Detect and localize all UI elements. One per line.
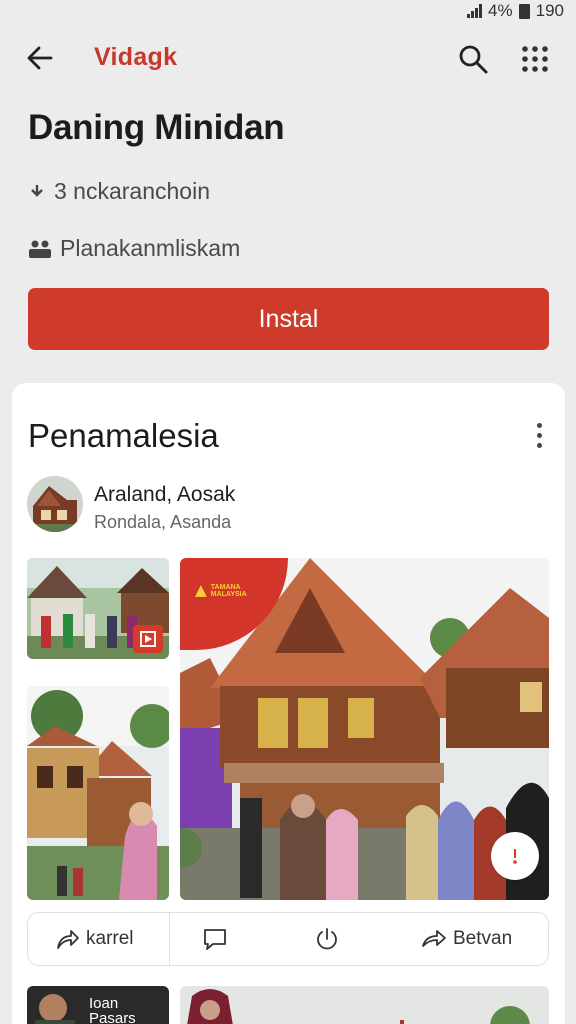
photo-thumbnail-5[interactable]: [180, 986, 549, 1024]
status-indicators: 4% 190: [467, 1, 564, 21]
more-vert-icon: [536, 422, 542, 428]
search-button[interactable]: [452, 38, 494, 80]
app-name: Vidagk: [94, 43, 178, 71]
grid-dots-icon: [522, 46, 548, 72]
clock: 190: [535, 1, 564, 20]
thumbnail-caption: Ioan Pasars: [89, 995, 136, 1024]
report-button[interactable]: [491, 832, 539, 880]
battery-percent: 4%: [488, 1, 513, 20]
photo-thumbnail-4[interactable]: Ioan Pasars: [27, 986, 169, 1024]
post-card: Penamalesia Araland, Aosak Rondala, Asan…: [12, 383, 565, 1024]
battery-icon: [518, 3, 530, 19]
comment-button[interactable]: [202, 913, 228, 965]
app-title: Daning Minidan: [28, 108, 285, 147]
author-location: Rondala, Asanda: [94, 512, 232, 532]
forward-label: Betvan: [453, 928, 513, 949]
apps-grid-button[interactable]: [514, 38, 556, 80]
forward-button[interactable]: Betvan: [421, 913, 512, 965]
house-avatar-image: [27, 476, 83, 532]
developer-text: Planakanmliskam: [60, 235, 241, 261]
search-icon: [459, 45, 488, 74]
forward-arrow-icon: [422, 930, 446, 947]
photo-thumbnail-1[interactable]: [27, 558, 169, 659]
post-action-bar: karrel Betvan: [27, 912, 549, 966]
signal-icon: [467, 4, 483, 18]
woman-photo-image: [180, 986, 549, 1024]
more-options-button[interactable]: [527, 417, 551, 453]
play-icon: [140, 631, 156, 647]
share-button[interactable]: karrel: [56, 913, 134, 965]
promo-logo-icon: [194, 585, 207, 597]
people-icon: [29, 240, 51, 258]
power-button[interactable]: [314, 913, 340, 965]
share-label: karrel: [86, 928, 134, 949]
top-app-bar: Vidagk: [0, 30, 576, 86]
action-divider: [169, 913, 170, 965]
downloads-text: 3 nckaranchoin: [54, 178, 210, 204]
promo-label: TAMANA MALAYSIA: [194, 578, 256, 604]
author-avatar[interactable]: [27, 476, 83, 532]
alert-icon: [513, 849, 517, 864]
author-name[interactable]: Araland, Aosak: [94, 483, 235, 507]
downloads-row: 3 nckaranchoin: [28, 178, 210, 205]
post-title: Penamalesia: [28, 417, 219, 454]
house-photo-image: [27, 686, 169, 900]
photo-main[interactable]: TAMANA MALAYSIA: [180, 558, 549, 900]
video-badge: [133, 625, 163, 653]
promo-text: TAMANA MALAYSIA: [210, 584, 247, 598]
download-icon: [31, 184, 43, 197]
arrow-left-icon: [27, 46, 53, 70]
status-bar: 4% 190: [0, 0, 576, 22]
developer-row: Planakanmliskam: [28, 235, 240, 262]
share-arrow-icon: [57, 930, 79, 949]
back-button[interactable]: [20, 38, 60, 78]
power-icon: [317, 928, 337, 950]
photo-thumbnail-2[interactable]: [27, 686, 169, 900]
install-button[interactable]: Instal: [28, 288, 549, 350]
comment-icon: [204, 929, 226, 950]
